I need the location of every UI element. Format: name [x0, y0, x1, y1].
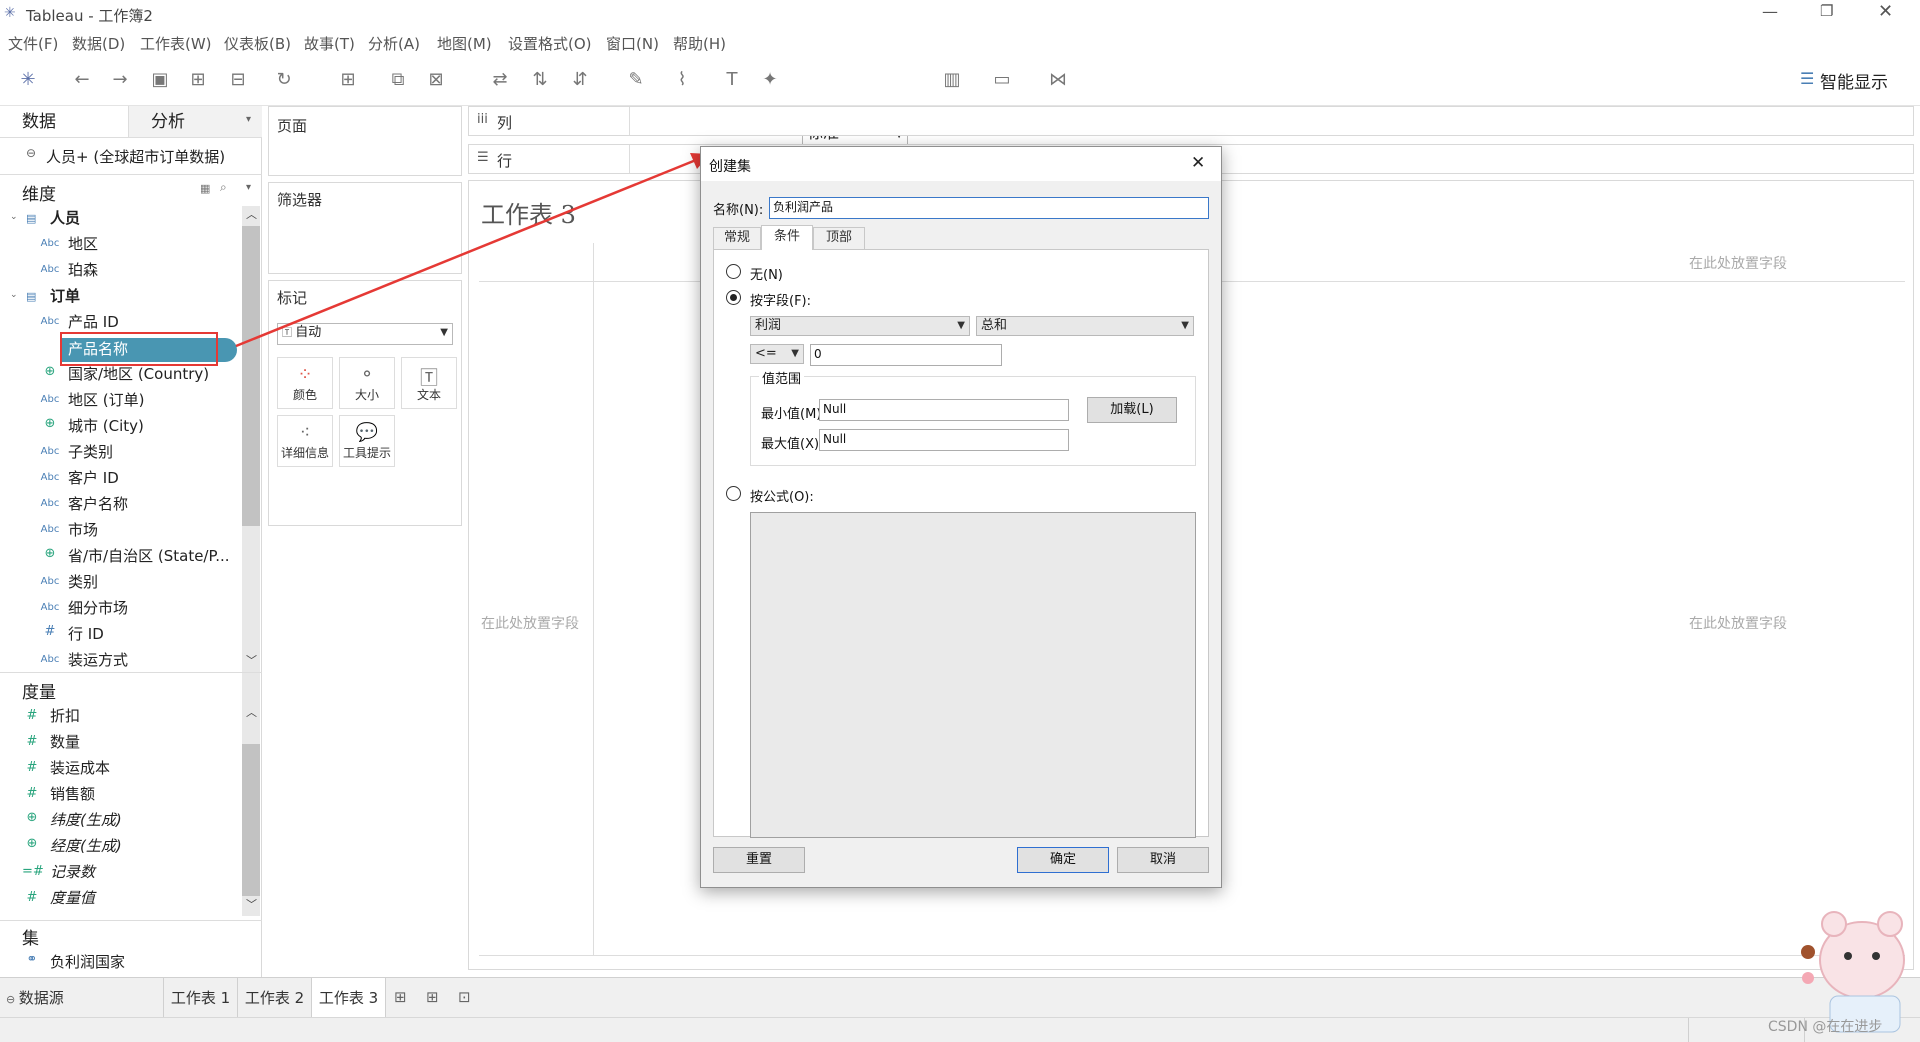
status-divider	[1688, 1018, 1689, 1042]
mascot-eye	[1872, 952, 1880, 960]
mascot-ear	[1877, 911, 1903, 937]
tab-sheet-1[interactable]: 工作表 1	[164, 978, 238, 1018]
mascot-decoration	[1802, 972, 1814, 984]
aggregation-value: 总和	[981, 318, 1008, 333]
condition-value-input[interactable]: 0	[810, 344, 1002, 366]
status-bar	[0, 1017, 1920, 1042]
dialog-title: 创建集	[709, 159, 751, 175]
by-formula-radio[interactable]	[726, 486, 741, 501]
datasource-tab-label: 数据源	[18, 989, 64, 1007]
tab-general[interactable]: 常规	[713, 227, 761, 249]
none-label: 无(N)	[750, 268, 783, 283]
reset-button[interactable]: 重置	[713, 847, 805, 873]
tab-top-label: 顶部	[825, 230, 852, 245]
operator-select[interactable]: <= ▼	[750, 344, 804, 364]
tab-condition-label: 条件	[773, 229, 800, 244]
by-formula-label: 按公式(O):	[750, 490, 814, 505]
mascot-decoration	[1801, 945, 1815, 959]
name-label: 名称(N):	[713, 203, 764, 218]
sheet-tabs-bar: ⊖ 数据源 工作表 1 工作表 2 工作表 3 ⊞ ⊞ ⊡	[0, 977, 1920, 1018]
tab-top[interactable]: 顶部	[813, 227, 865, 249]
chevron-down-icon: ▼	[1181, 320, 1189, 331]
min-label: 最小值(M):	[761, 407, 826, 422]
by-field-radio[interactable]	[726, 290, 741, 305]
dialog-titlebar	[701, 147, 1221, 181]
field-select[interactable]: 利润 ▼	[750, 316, 970, 336]
min-input[interactable]: Null	[819, 399, 1069, 421]
dialog-close-icon[interactable]: ✕	[1191, 153, 1205, 173]
by-field-label: 按字段(F):	[750, 294, 812, 309]
tab-sheet-3[interactable]: 工作表 3	[312, 978, 386, 1018]
tab-panel: 无(N) 按字段(F): 利润 ▼ 总和 ▼ <= ▼ 0 值范围 最小值(M)…	[713, 249, 1209, 838]
arrow-line	[235, 158, 697, 348]
new-dashboard-icon[interactable]: ⊞	[426, 988, 439, 1006]
create-set-dialog: 创建集 ✕ 名称(N): 负利润产品 常规 条件 顶部 无(N) 按字段(F):…	[700, 146, 1222, 888]
tab-sheet-2[interactable]: 工作表 2	[238, 978, 312, 1018]
tab-condition[interactable]: 条件	[761, 225, 813, 250]
none-radio[interactable]	[726, 264, 741, 279]
cancel-button[interactable]: 取消	[1117, 847, 1209, 873]
new-worksheet-icon[interactable]: ⊞	[394, 988, 407, 1006]
max-input[interactable]: Null	[819, 429, 1069, 451]
database-icon: ⊖	[6, 993, 19, 1006]
operator-value: <=	[755, 346, 777, 361]
tab-datasource[interactable]: ⊖ 数据源	[0, 978, 164, 1018]
watermark: CSDN @在在进步	[1768, 1019, 1883, 1035]
ok-button[interactable]: 确定	[1017, 847, 1109, 873]
mascot-eye	[1844, 952, 1852, 960]
value-range-group: 值范围 最小值(M): Null 最大值(X): Null 加载(L)	[750, 368, 1196, 466]
chevron-down-icon: ▼	[791, 348, 799, 359]
field-select-value: 利润	[755, 318, 782, 333]
mascot-ear	[1821, 911, 1847, 937]
tab-general-label: 常规	[723, 230, 750, 245]
value-range-label: 值范围	[759, 368, 805, 387]
load-button[interactable]: 加载(L)	[1087, 397, 1177, 423]
name-input[interactable]: 负利润产品	[769, 197, 1209, 219]
new-story-icon[interactable]: ⊡	[458, 988, 471, 1006]
aggregation-select[interactable]: 总和 ▼	[976, 316, 1194, 336]
max-label: 最大值(X):	[761, 437, 824, 452]
chevron-down-icon: ▼	[957, 320, 965, 331]
formula-editor[interactable]	[750, 512, 1196, 838]
